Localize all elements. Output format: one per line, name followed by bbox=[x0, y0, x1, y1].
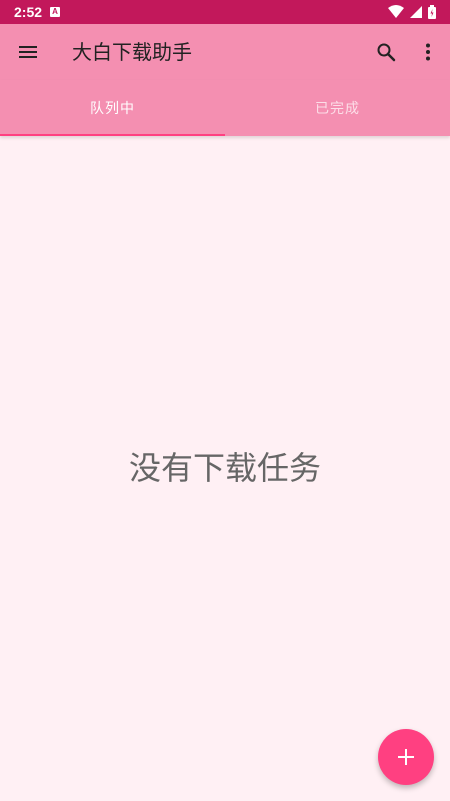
tab-completed[interactable]: 已完成 bbox=[225, 80, 450, 136]
tab-indicator bbox=[0, 134, 225, 136]
search-icon[interactable] bbox=[374, 40, 398, 64]
status-right bbox=[388, 5, 436, 19]
wifi-icon bbox=[388, 5, 404, 18]
add-download-button[interactable] bbox=[378, 729, 434, 785]
signal-icon bbox=[410, 6, 422, 18]
battery-icon bbox=[428, 5, 436, 19]
status-left: 2:52 A bbox=[14, 4, 61, 20]
menu-icon[interactable] bbox=[16, 40, 40, 64]
empty-message: 没有下载任务 bbox=[128, 449, 321, 487]
plus-icon bbox=[398, 749, 414, 765]
status-bar: 2:52 A bbox=[0, 0, 450, 24]
notification-icon: A bbox=[50, 7, 61, 17]
tab-queued-label: 队列中 bbox=[90, 101, 135, 117]
status-time: 2:52 bbox=[14, 4, 43, 20]
tab-bar: 队列中 已完成 bbox=[0, 80, 450, 136]
more-vert-icon[interactable] bbox=[416, 40, 440, 64]
app-title: 大白下载助手 bbox=[72, 40, 192, 64]
tab-completed-label: 已完成 bbox=[315, 101, 360, 117]
tab-queued[interactable]: 队列中 bbox=[0, 80, 225, 136]
app-bar: 大白下载助手 bbox=[0, 24, 450, 80]
